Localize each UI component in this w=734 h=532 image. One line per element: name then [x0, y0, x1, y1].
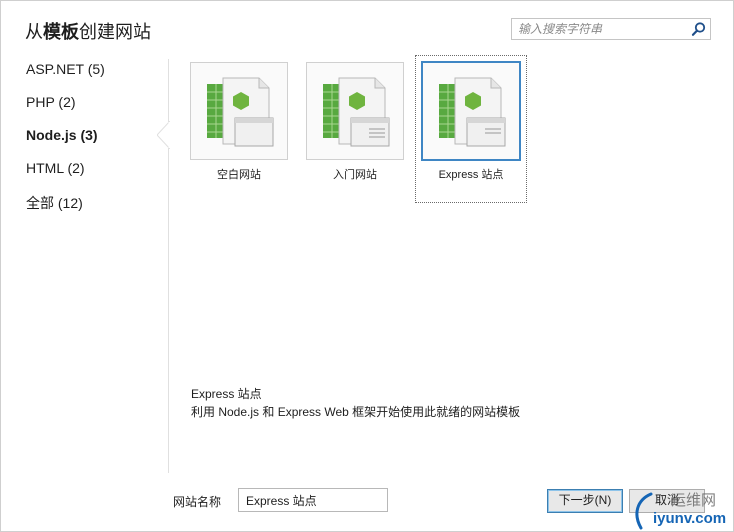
template-tile-express-site[interactable] [421, 61, 521, 161]
template-label-blank-site: 空白网站 [217, 169, 261, 181]
template-description-text: 利用 Node.js 和 Express Web 框架开始使用此就绪的网站模板 [191, 405, 521, 419]
search-icon[interactable] [691, 21, 707, 37]
selection-notch [157, 121, 170, 149]
sidebar-item-aspnet[interactable]: ASP.NET (5) [26, 61, 105, 77]
title-suffix: 创建网站 [79, 22, 151, 42]
create-site-dialog: 从模板创建网站 ASP.NET (5) PHP (2) Node.js (3) … [0, 0, 734, 532]
template-description-title: Express 站点 [191, 387, 262, 401]
site-name-input[interactable] [238, 488, 388, 512]
template-label-express-site: Express 站点 [438, 169, 504, 181]
category-sidebar: ASP.NET (5) PHP (2) Node.js (3) HTML (2)… [1, 53, 169, 473]
sidebar-item-php[interactable]: PHP (2) [26, 94, 76, 110]
search-box[interactable] [511, 18, 711, 40]
site-name-label: 网站名称 [173, 495, 222, 509]
template-tile-starter-site[interactable] [306, 62, 404, 160]
search-input[interactable] [512, 19, 688, 39]
sidebar-item-html[interactable]: HTML (2) [26, 160, 85, 176]
title-bold: 模板 [43, 22, 79, 42]
node-project-icon [207, 77, 274, 147]
node-project-icon [323, 77, 390, 147]
template-tile-blank-site[interactable] [190, 62, 288, 160]
dialog-title: 从模板创建网站 [25, 18, 151, 44]
node-project-icon [439, 77, 506, 147]
next-button[interactable]: 下一步(N) [547, 489, 623, 513]
template-label-starter-site: 入门网站 [333, 169, 377, 181]
sidebar-item-all[interactable]: 全部 (12) [26, 193, 83, 213]
sidebar-item-nodejs[interactable]: Node.js (3) [26, 127, 98, 143]
title-prefix: 从 [25, 22, 43, 42]
cancel-button[interactable]: 取消 [629, 489, 705, 513]
